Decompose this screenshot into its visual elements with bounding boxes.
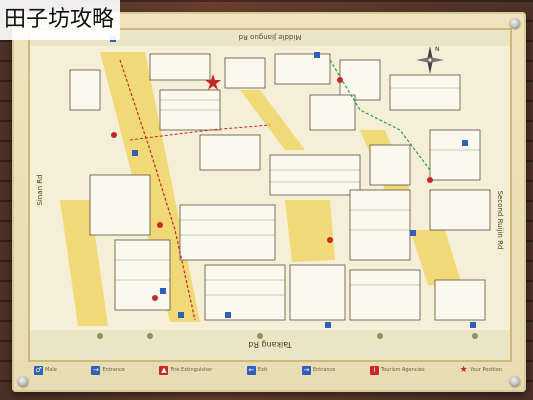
bolt-top-right: [510, 18, 520, 28]
tourism-agency-icon: i: [369, 365, 379, 375]
legend-label: Entrance: [102, 367, 125, 373]
legend-item: ← Exit: [246, 365, 268, 375]
street-label-right: Second Ruijin Rd: [496, 191, 504, 250]
bolt-bottom-right: [510, 376, 520, 386]
legend-label: Exit: [257, 367, 268, 373]
map-legend: ♂ Male → Entrance ▲ Fire Extinguisher ← Exit → En…: [28, 356, 508, 384]
fire-extinguisher-icon: ▲: [159, 365, 169, 375]
entrance-icon: →: [301, 365, 311, 375]
legend-label: Fire Extinguisher: [170, 367, 213, 373]
legend-label: Male: [45, 367, 57, 373]
legend-item: ★ Your Position: [459, 364, 502, 375]
legend-label: Tourism Agencies: [380, 367, 425, 373]
street-label-top: Middle Jianguo Rd: [239, 33, 302, 41]
legend-item: → Entrance: [301, 365, 336, 375]
caption-title: 田子坊攻略: [0, 0, 121, 40]
photo-scene: 田子坊攻略 N Middle Jianguo Rd Taikang Rd Sin…: [0, 0, 533, 400]
entrance-icon: →: [91, 365, 101, 375]
legend-label: Your Position: [470, 367, 502, 373]
legend-item: ♂ Male: [34, 365, 57, 375]
compass-n-label: N: [435, 46, 440, 53]
bolt-bottom-left: [18, 376, 28, 386]
legend-label: Entrance: [312, 367, 336, 373]
legend-item: i Tourism Agencies: [369, 365, 425, 375]
legend-item: → Entrance: [91, 365, 125, 375]
male-toilet-icon: ♂: [34, 365, 43, 375]
street-label-bottom: Taikang Rd: [248, 340, 292, 349]
map-board: N Middle Jianguo Rd Taikang Rd Sinan Rd …: [28, 28, 512, 362]
street-label-left: Sinan Rd: [36, 174, 44, 205]
exit-icon: ←: [246, 365, 256, 375]
central-lane: [285, 200, 335, 262]
illustrated-map: N Middle Jianguo Rd Taikang Rd Sinan Rd …: [30, 30, 510, 360]
legend-item: ▲ Fire Extinguisher: [159, 365, 213, 375]
star-icon: ★: [459, 364, 468, 375]
